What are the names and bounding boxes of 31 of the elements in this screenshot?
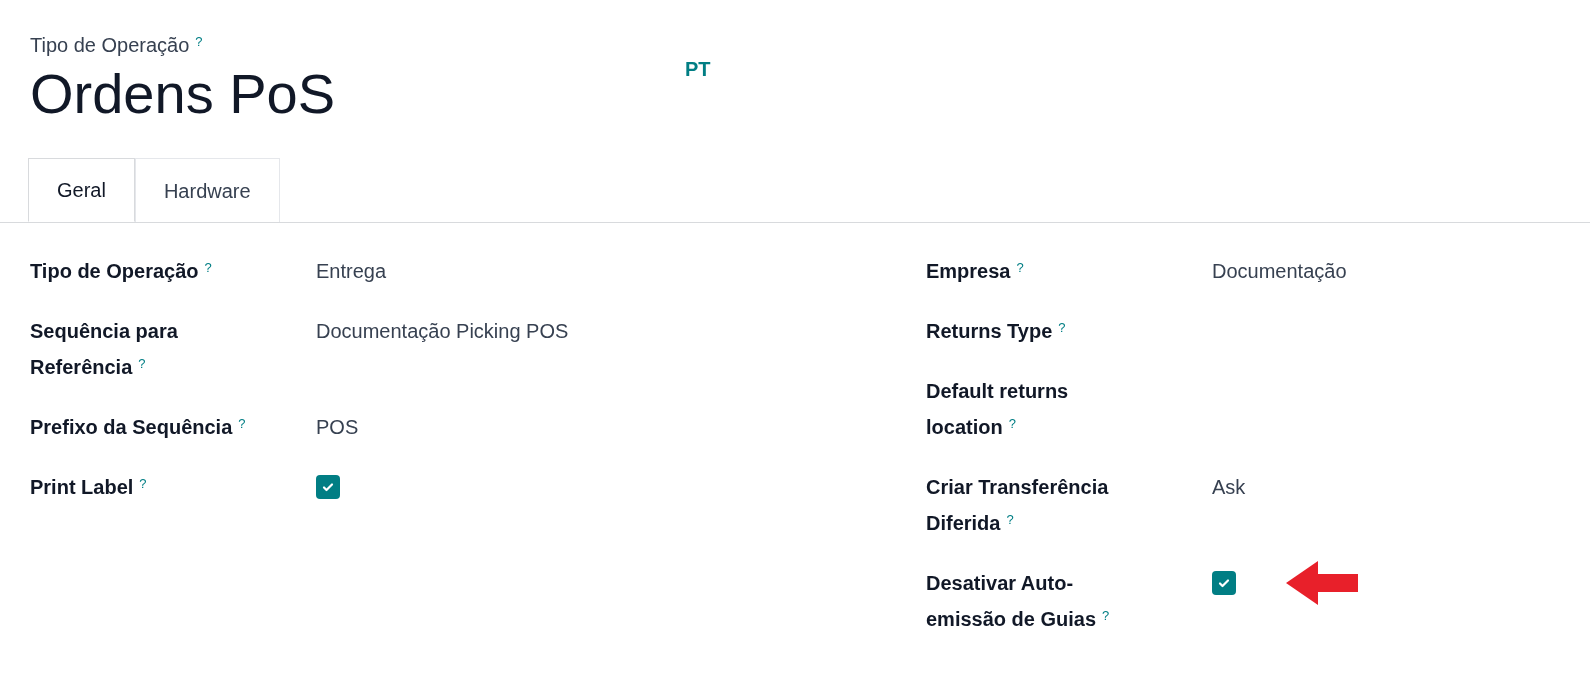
field-label: Sequência para Referência $^{?}$ bbox=[30, 319, 179, 380]
help-icon[interactable]: ? bbox=[1008, 415, 1016, 431]
tab[interactable]: Geral bbox=[28, 158, 135, 222]
help-icon[interactable]: ? bbox=[139, 475, 147, 491]
field-value: Entrega bbox=[316, 260, 387, 282]
field-label: Print Label $^{?}$ bbox=[30, 474, 148, 500]
field-label: Default returns location $^{?}$ bbox=[926, 379, 1070, 440]
field-label: Criar Transferência Diferida $^{?}$ bbox=[926, 475, 1110, 536]
record-title: Ordens PoS bbox=[30, 61, 337, 127]
help-icon[interactable]: ? bbox=[1006, 511, 1014, 527]
field-label: Empresa $^{?}$ bbox=[926, 258, 1025, 284]
help-icon[interactable]: ? bbox=[204, 259, 212, 275]
field-value: Documentação Picking POS bbox=[316, 320, 569, 342]
checkbox[interactable] bbox=[1212, 571, 1236, 595]
field-value: Ask bbox=[1212, 476, 1246, 498]
help-icon[interactable]: ? bbox=[1058, 319, 1066, 335]
help-icon[interactable]: ? bbox=[1102, 607, 1110, 623]
field-label: Tipo de Operação $^{?}$ bbox=[30, 258, 213, 284]
help-icon[interactable]: ? bbox=[238, 415, 246, 431]
help-icon[interactable]: ? bbox=[195, 33, 203, 49]
tab[interactable]: Hardware bbox=[134, 158, 280, 222]
field-label: Prefixo da Sequência $^{?}$ bbox=[30, 414, 247, 440]
field-label: Returns Type $^{?}$ bbox=[926, 318, 1067, 344]
field-value: Documentação bbox=[1212, 260, 1347, 282]
help-icon[interactable]: ? bbox=[138, 355, 146, 371]
language-button[interactable]: PT bbox=[685, 54, 711, 84]
help-icon[interactable]: ? bbox=[1016, 259, 1024, 275]
field-label: Desativar Auto-emissão de Guias $^{?}$ bbox=[926, 571, 1111, 632]
record-type-label: Tipo de Operação $^{?}$ bbox=[30, 32, 204, 58]
field-value: POS bbox=[316, 416, 359, 438]
checkbox[interactable] bbox=[316, 475, 340, 499]
